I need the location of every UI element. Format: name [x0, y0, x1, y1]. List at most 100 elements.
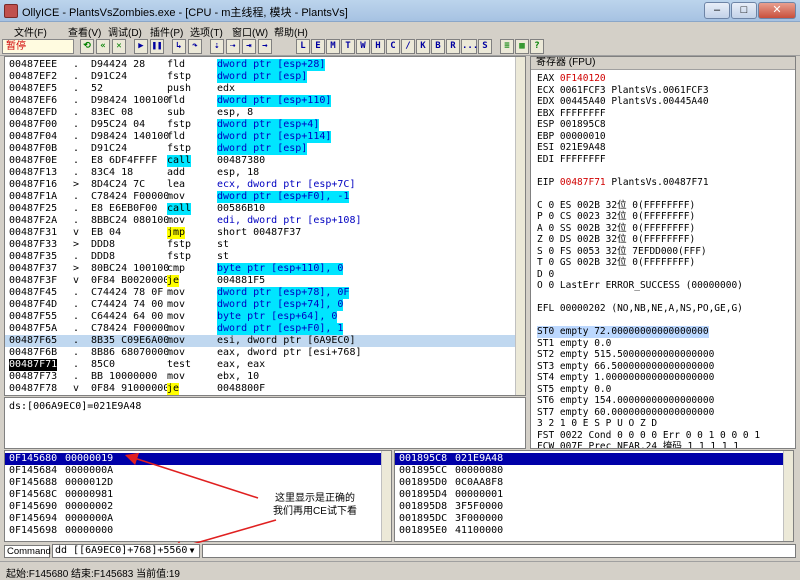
disasm-row[interactable]: 00487F1A. C78424 F00000 mov dword ptr [esp+…: [5, 191, 517, 203]
register-line[interactable]: C 0 ES 002B 32位 0(FFFFFFFF): [537, 200, 695, 212]
disasm-row[interactable]: 00487EFD. 83EC 08 sub esp, 8: [5, 107, 517, 119]
register-line[interactable]: ST1 empty 0.0: [537, 338, 611, 350]
disasm-row[interactable]: 00487F16 >8D4C24 7C lea ecx, dword ptr [esp…: [5, 179, 517, 191]
disassembly-pane[interactable]: 00487EEE. D94424 28 fld dword ptr [esp+28] 0…: [4, 56, 526, 396]
disasm-row[interactable]: 00487F65. 8B35 C09E6A00 mov esi, dword ptr …: [5, 335, 517, 347]
register-line[interactable]: FCW 007F Prec NEAR,24 掩码 1 1 1 1 1: [537, 441, 739, 448]
disasm-row[interactable]: 00487F04. D98424 140100 fld dword ptr [esp+…: [5, 131, 517, 143]
stack-row[interactable]: 001895D8 3F5F0000: [395, 501, 793, 513]
dump-row[interactable]: 0F145698 00000000: [5, 525, 391, 537]
open-icon[interactable]: ⟲: [80, 39, 94, 54]
register-line[interactable]: P 0 CS 0023 32位 0(FFFFFFFF): [537, 211, 695, 223]
menu-plugins[interactable]: 插件(P): [150, 24, 183, 39]
register-line[interactable]: ST7 empty 60.000000000000000000: [537, 407, 714, 419]
step-into-icon[interactable]: ↳: [172, 39, 186, 54]
register-line[interactable]: FST 0022 Cond 0 0 0 0 Err 0 0 1 0 0 0 1: [537, 430, 760, 442]
disasm-row[interactable]: 00487F13. 83C4 18 add esp, 18: [5, 167, 517, 179]
register-line[interactable]: ST4 empty 1.0000000000000000000: [537, 372, 714, 384]
register-line[interactable]: EAX 0F140120: [537, 73, 606, 85]
register-line[interactable]: ECX 0061FCF3 PlantsVs.0061FCF3: [537, 85, 709, 97]
menu-file[interactable]: 文件(F): [14, 24, 47, 39]
disasm-row[interactable]: 00487F3F v 0F84 B0020000 je 004881F5: [5, 275, 517, 287]
stack-scrollbar[interactable]: [783, 451, 793, 541]
tb-dots[interactable]: ...: [461, 39, 478, 54]
dump-row[interactable]: 0F145684 0000000A: [5, 465, 391, 477]
disasm-row[interactable]: 00487F35. DDD8 fstp st: [5, 251, 517, 263]
dump-scrollbar[interactable]: [381, 451, 391, 541]
register-line[interactable]: S 0 FS 0053 32位 7EFDD000(FFF): [537, 246, 707, 258]
stack-row[interactable]: 001895CC 00000080: [395, 465, 793, 477]
register-line[interactable]: EDX 00445A40 PlantsVs.00445A40: [537, 96, 709, 108]
tb-K[interactable]: K: [416, 39, 430, 54]
register-line[interactable]: T 0 GS 002B 32位 0(FFFFFFFF): [537, 257, 695, 269]
stack-row[interactable]: 001895E0 41100000: [395, 525, 793, 537]
dump-row[interactable]: 0F145688 0000012D: [5, 477, 391, 489]
pause-icon[interactable]: ❚❚: [150, 39, 164, 54]
disasm-row[interactable]: 00487F4D. C74424 74 00 mov dword ptr [esp+7…: [5, 299, 517, 311]
restart-icon[interactable]: «: [96, 39, 110, 54]
register-line[interactable]: ST3 empty 66.500000000000000000: [537, 361, 714, 373]
register-line[interactable]: EDI FFFFFFFF: [537, 154, 606, 166]
tb-E[interactable]: E: [311, 39, 325, 54]
dump-row[interactable]: 0F145680 00000019: [5, 453, 391, 465]
run-icon[interactable]: ▶: [134, 39, 148, 54]
register-line[interactable]: Z 0 DS 002B 32位 0(FFFFFFFF): [537, 234, 695, 246]
tb-C[interactable]: C: [386, 39, 400, 54]
disassembly-scrollbar[interactable]: [515, 57, 525, 395]
disasm-row[interactable]: 00487F00. D95C24 04 fstp dword ptr [esp+4]: [5, 119, 517, 131]
disasm-row[interactable]: 00487F37 >80BC24 100100 cmp byte ptr [esp+1…: [5, 263, 517, 275]
tb-H[interactable]: H: [371, 39, 385, 54]
disasm-row[interactable]: 00487F55. C64424 64 00 mov byte ptr [esp+64…: [5, 311, 517, 323]
register-line[interactable]: 3 2 1 0 E S P U O Z D: [537, 418, 657, 430]
stack-pane[interactable]: 001895C8 021E9A48 001895CC 00000080 001895D0…: [394, 450, 794, 542]
disasm-row[interactable]: 00487F71. 85C0 test eax, eax: [5, 359, 517, 371]
maximize-button[interactable]: □: [731, 2, 757, 19]
register-line[interactable]: EFL 00000202 (NO,NB,NE,A,NS,PO,GE,G): [537, 303, 743, 315]
stack-row[interactable]: 001895D4 00000001: [395, 489, 793, 501]
disasm-row[interactable]: 00487F33 > DDD8 fstp st: [5, 239, 517, 251]
register-line[interactable]: ST6 empty 154.00000000000000000: [537, 395, 714, 407]
tb-L[interactable]: L: [296, 39, 310, 54]
command-extra-field[interactable]: [202, 544, 796, 558]
register-line[interactable]: O 0 LastErr ERROR_SUCCESS (00000000): [537, 280, 743, 292]
disasm-row[interactable]: 00487F31 v EB 04 jmp short 00487F37: [5, 227, 517, 239]
register-line[interactable]: ST0 empty 72.00000000000000000: [537, 326, 709, 338]
disasm-row[interactable]: 00487EF6. D98424 100100 fld dword ptr [esp+…: [5, 95, 517, 107]
list-icon[interactable]: ≡: [500, 39, 514, 54]
close-button[interactable]: ✕: [758, 2, 796, 19]
tb-B[interactable]: B: [431, 39, 445, 54]
stack-row[interactable]: 001895C8 021E9A48: [395, 453, 793, 465]
register-line[interactable]: ST2 empty 515.50000000000000000: [537, 349, 714, 361]
disasm-row[interactable]: 00487F73. BB 10000000 mov ebx, 10: [5, 371, 517, 383]
register-line[interactable]: EBP 00000010: [537, 131, 606, 143]
register-line[interactable]: ESP 001895C8: [537, 119, 606, 131]
register-line[interactable]: ESI 021E9A48: [537, 142, 606, 154]
disasm-row[interactable]: 00487F45. C74424 78 0F mov dword ptr [esp+7…: [5, 287, 517, 299]
minimize-button[interactable]: –: [704, 2, 730, 19]
command-input[interactable]: dd [[6A9EC0]+768]+5560: [52, 544, 200, 558]
menu-view[interactable]: 查看(V): [68, 24, 101, 39]
help-icon[interactable]: ?: [530, 39, 544, 54]
trace-into-icon[interactable]: ⇣: [210, 39, 224, 54]
disasm-row[interactable]: 00487F25. E8 E6EB0F00 call 00586B10: [5, 203, 517, 215]
disasm-row[interactable]: 00487F0B. D91C24 fstp dword ptr [esp]: [5, 143, 517, 155]
disasm-row[interactable]: 00487F78 v 0F84 91000000 je 0048800F: [5, 383, 517, 395]
menu-debug[interactable]: 调试(D): [108, 24, 142, 39]
chevron-down-icon[interactable]: ▼: [186, 545, 198, 556]
register-line[interactable]: EIP 00487F71 PlantsVs.00487F71: [537, 177, 709, 189]
tb-W[interactable]: W: [356, 39, 370, 54]
tb-S[interactable]: S: [478, 39, 492, 54]
stack-row[interactable]: 001895DC 3F000000: [395, 513, 793, 525]
register-line[interactable]: EBX FFFFFFFF: [537, 108, 606, 120]
tb-slash[interactable]: /: [401, 39, 415, 54]
disasm-row[interactable]: 00487F5A. C78424 F00000 mov dword ptr [esp+…: [5, 323, 517, 335]
disasm-row[interactable]: 00487F2A. 8BBC24 080100 mov edi, dword ptr …: [5, 215, 517, 227]
disasm-row[interactable]: 00487F6B. 8B86 68070000 mov eax, dword ptr …: [5, 347, 517, 359]
menu-help[interactable]: 帮助(H): [274, 24, 308, 39]
disasm-row[interactable]: 00487EF5. 52 push edx: [5, 83, 517, 95]
menu-options[interactable]: 选项(T): [190, 24, 223, 39]
step-over-icon[interactable]: ↷: [188, 39, 202, 54]
tb-R[interactable]: R: [446, 39, 460, 54]
register-line[interactable]: A 0 SS 002B 32位 0(FFFFFFFF): [537, 223, 695, 235]
stack-row[interactable]: 001895D0 0C0AA8F8: [395, 477, 793, 489]
